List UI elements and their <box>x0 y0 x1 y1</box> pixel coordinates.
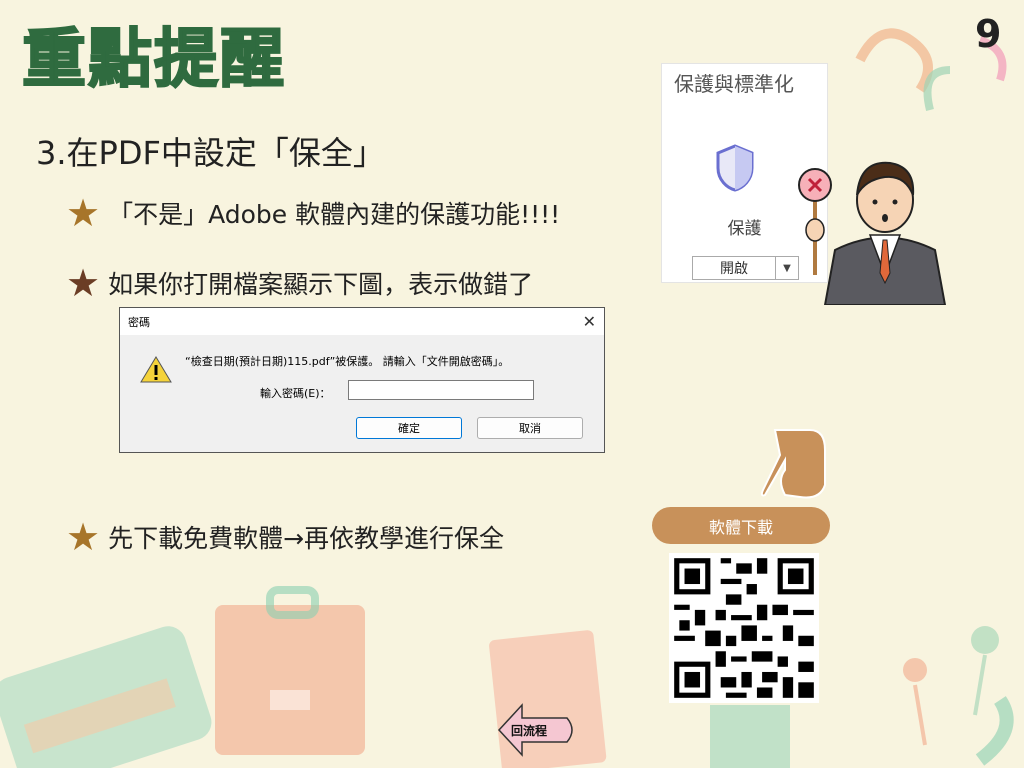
dialog-titlebar: 密碼 ✕ <box>120 308 604 335</box>
password-input[interactable] <box>348 380 534 400</box>
bullet-text: 「不是」Adobe 軟體內建的保護功能!!!! <box>108 200 561 229</box>
page-title: 重點提醒 <box>21 22 286 98</box>
back-to-flow-label: 回流程 <box>511 723 547 738</box>
star-icon: ★ <box>66 515 101 559</box>
close-icon[interactable]: ✕ <box>583 312 596 331</box>
shield-icon <box>716 144 754 192</box>
qr-code[interactable] <box>669 553 819 703</box>
businessman-illustration <box>798 161 947 305</box>
back-to-flow-button[interactable]: 回流程 <box>497 700 577 762</box>
password-dialog: 密碼 ✕ “檢查日期(預計日期)115.pdf”被保護。 請輸入「文件開啟密碼」… <box>119 307 605 453</box>
bullet-item: ★ 如果你打開檔案顯示下圖，表示做錯了 <box>66 264 533 302</box>
dialog-message: “檢查日期(預計日期)115.pdf”被保護。 請輸入「文件開啟密碼」。 <box>185 355 510 368</box>
star-icon: ★ <box>66 191 101 235</box>
protect-header: 保護與標準化 <box>674 72 794 96</box>
password-label: 輸入密碼(E)： <box>260 387 331 400</box>
cancel-button[interactable]: 取消 <box>477 417 583 439</box>
ok-button[interactable]: 確定 <box>356 417 462 439</box>
dialog-title: 密碼 <box>128 315 150 329</box>
section-title: 3.在PDF中設定「保全」 <box>36 134 385 172</box>
download-button[interactable]: 軟體下載 <box>652 507 830 544</box>
warning-icon <box>140 356 172 383</box>
pointing-hand-icon <box>760 429 826 499</box>
bullet-item: ★ 先下載免費軟體→再依教學進行保全 <box>66 518 504 556</box>
bullet-item: ★ 「不是」Adobe 軟體內建的保護功能!!!! <box>66 194 560 232</box>
bullet-text: 先下載免費軟體→再依教學進行保全 <box>108 524 505 553</box>
page-number: 9 <box>975 12 1002 56</box>
bullet-text: 如果你打開檔案顯示下圖，表示做錯了 <box>108 270 534 299</box>
open-button[interactable]: 開啟 <box>692 256 776 280</box>
star-icon: ★ <box>66 261 101 305</box>
